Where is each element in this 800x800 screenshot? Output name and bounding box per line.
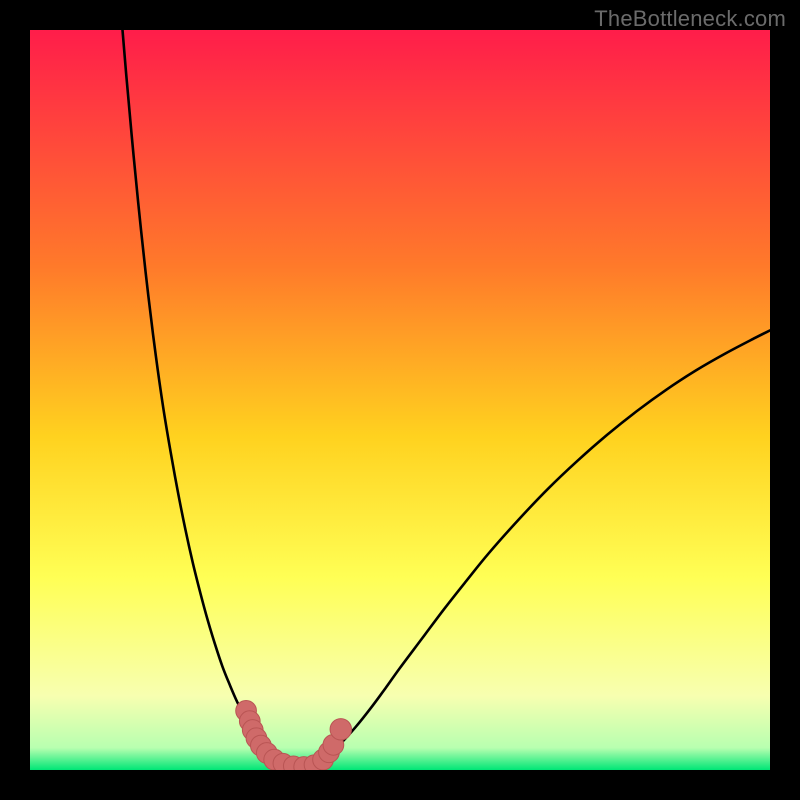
watermark-text: TheBottleneck.com (594, 6, 786, 32)
chart-svg (30, 30, 770, 770)
chart-frame: TheBottleneck.com (0, 0, 800, 800)
data-marker (330, 719, 351, 740)
plot-area (30, 30, 770, 770)
gradient-background (30, 30, 770, 770)
